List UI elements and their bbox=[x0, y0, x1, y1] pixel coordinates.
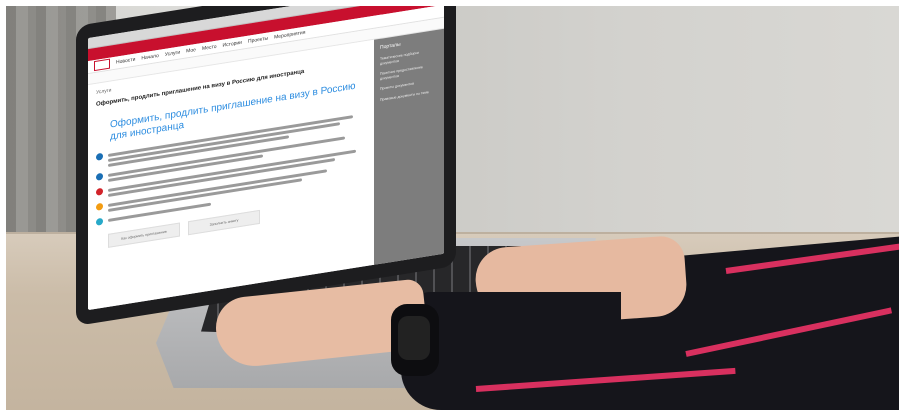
step-icon bbox=[96, 202, 103, 211]
sidebar: Порталы Тематические подборки документов… bbox=[374, 28, 444, 269]
step-icon bbox=[96, 152, 103, 161]
step-icon bbox=[96, 217, 103, 226]
step-icon bbox=[96, 172, 103, 181]
nav-item: Новости bbox=[116, 56, 136, 66]
nav-item: Мое bbox=[186, 46, 196, 55]
nav-item: Место bbox=[201, 43, 217, 53]
nav-item: Проекты bbox=[247, 35, 269, 45]
photo: Новости Начало Услуги Мое Место Истории … bbox=[6, 6, 899, 410]
nav-item: Начало bbox=[141, 52, 159, 62]
how-to-apply-button[interactable]: Как оформить приглашение bbox=[108, 222, 180, 248]
site-logo bbox=[94, 58, 110, 72]
watch-face bbox=[398, 316, 430, 360]
nav-item: Услуги bbox=[164, 49, 181, 58]
nav-item: Истории bbox=[222, 39, 242, 49]
laptop-screen: Новости Начало Услуги Мое Место Истории … bbox=[88, 6, 444, 311]
nav-item: Мероприятия bbox=[274, 29, 306, 41]
fill-form-button[interactable]: Заполнить анкету bbox=[188, 209, 260, 236]
sidebar-item[interactable]: Правовые документы по теме bbox=[380, 88, 438, 102]
main-column: Услуги Оформить, продлить приглашение на… bbox=[88, 39, 374, 311]
step-icon bbox=[96, 187, 103, 196]
